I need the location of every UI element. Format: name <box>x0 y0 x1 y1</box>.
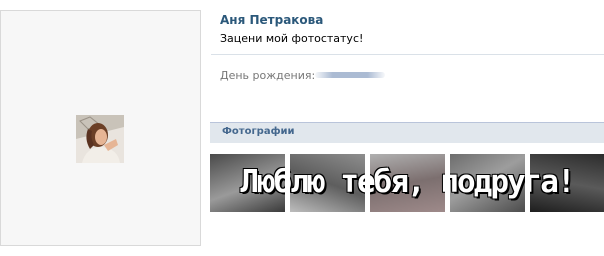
photo-thumbnail-4[interactable] <box>450 154 525 212</box>
photos-section-header[interactable]: Фотографии <box>210 122 604 143</box>
photo-gap <box>445 154 450 212</box>
photo-thumbnail-3[interactable] <box>370 154 445 212</box>
photo-thumbnail-5[interactable] <box>530 154 604 212</box>
photo-strip: Люблю тебя, подруга! <box>210 154 604 212</box>
photo-gap <box>525 154 530 212</box>
birthday-label: День рождения: <box>220 69 316 82</box>
profile-avatar[interactable] <box>76 115 124 163</box>
photo-gap <box>365 154 370 212</box>
photo-thumbnail-1[interactable] <box>210 154 285 212</box>
photo-thumbnail-2[interactable] <box>290 154 365 212</box>
photos-section-title[interactable]: Фотографии <box>222 126 295 137</box>
profile-status[interactable]: Зацени мой фотостатус! <box>220 32 363 45</box>
avatar-image <box>76 115 124 163</box>
birthday-value-blurred <box>315 72 385 78</box>
profile-name[interactable]: Аня Петракова <box>220 13 323 27</box>
profile-photo-frame <box>0 10 201 246</box>
divider <box>211 54 604 55</box>
photo-gap <box>285 154 290 212</box>
